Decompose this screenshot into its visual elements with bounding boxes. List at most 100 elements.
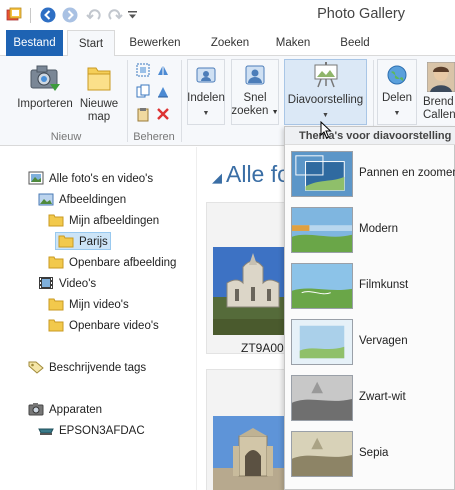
tab-zoeken[interactable]: Zoeken — [202, 30, 258, 56]
folder-icon — [48, 298, 64, 311]
collapse-arrow-icon[interactable]: ◢ — [212, 170, 222, 185]
share-button[interactable]: Delen ▼ — [377, 64, 417, 120]
person-icon — [245, 65, 265, 85]
window-title: Photo Gallery — [317, 6, 405, 22]
person-label-1: Brend — [423, 96, 454, 108]
group-label-manage: Beheren — [133, 131, 175, 143]
theme-film[interactable]: Filmkunst — [291, 263, 454, 313]
camera-import-icon — [30, 65, 60, 91]
nav-public-pictures[interactable]: Openbare afbeelding — [48, 254, 176, 272]
organize-icon — [196, 67, 216, 83]
folder-icon — [48, 319, 64, 332]
tab-beeld[interactable]: Beeld — [330, 30, 380, 56]
slideshow-themes-menu: Thema's voor diavoorstelling Pannen en z… — [284, 126, 455, 490]
avatar-icon — [427, 62, 455, 92]
paste-icon[interactable] — [135, 106, 151, 122]
scanner-icon — [38, 428, 54, 435]
tab-start[interactable]: Start — [67, 30, 115, 57]
nav-device-epson[interactable]: EPSON3AFDAC — [38, 422, 145, 440]
theme-pan-zoom[interactable]: Pannen en zoomen — [291, 151, 455, 201]
group-separator — [127, 60, 128, 142]
share-globe-icon — [387, 65, 407, 85]
share-dropdown-icon: ▼ — [393, 110, 401, 117]
nav-videos[interactable]: Video's — [38, 275, 96, 293]
menu-header: Thema's voor diavoorstelling — [285, 127, 455, 145]
new-folder-icon — [87, 67, 111, 91]
theme-label: Pannen en zoomen — [359, 167, 455, 179]
theme-label: Filmkunst — [359, 279, 409, 291]
film-icon — [39, 277, 53, 289]
photo-thumbnail-paris-building — [213, 416, 293, 490]
theme-label: Sepia — [359, 447, 389, 459]
nav-pictures[interactable]: Afbeeldingen — [38, 191, 126, 209]
folder-icon — [58, 235, 74, 248]
theme-label: Vervagen — [359, 335, 408, 347]
tab-maken[interactable]: Maken — [267, 30, 319, 56]
import-label: Importeren — [17, 98, 73, 110]
person-label-2: Callen — [423, 109, 455, 121]
nav-all-photos-videos[interactable]: Alle foto's en video's — [28, 170, 153, 188]
tab-bewerken[interactable]: Bewerken — [123, 30, 187, 56]
title-bar: Photo Gallery — [0, 0, 455, 30]
photo-card[interactable]: ZT9A008 — [206, 202, 294, 355]
nav-paris[interactable]: Parijs — [55, 232, 111, 250]
nav-label: Beschrijvende tags — [49, 362, 147, 374]
camera-icon — [28, 403, 44, 416]
nav-label: Openbare video's — [69, 320, 159, 332]
import-button[interactable]: Importeren — [14, 62, 76, 111]
copy-icon[interactable] — [135, 84, 151, 100]
group-label-new: Nieuw — [50, 131, 82, 143]
theme-sepia[interactable]: Sepia — [291, 431, 454, 481]
new-folder-label-2: map — [87, 111, 111, 123]
nav-label: Apparaten — [49, 404, 103, 416]
group-separator — [181, 60, 182, 142]
nav-public-videos[interactable]: Openbare video's — [48, 317, 159, 335]
slideshow-projector-icon — [314, 62, 337, 88]
nav-label: Mijn afbeeldingen — [69, 215, 160, 227]
nav-devices[interactable]: Apparaten — [28, 401, 102, 419]
theme-modern[interactable]: Modern — [291, 207, 454, 257]
new-folder-button[interactable]: Nieuwe map — [76, 62, 122, 124]
theme-sepia-thumbnail — [291, 431, 353, 477]
new-folder-label-1: Nieuwe — [79, 98, 119, 110]
theme-black-white[interactable]: Zwart-wit — [291, 375, 454, 425]
nav-descriptive-tags[interactable]: Beschrijvende tags — [28, 359, 146, 377]
pictures-library-icon — [38, 193, 54, 206]
photo-thumbnail-sacre-coeur — [213, 247, 293, 335]
theme-black-white-thumbnail — [291, 375, 353, 421]
slideshow-button[interactable]: Diavoorstelling ▼ — [284, 62, 367, 122]
organize-dropdown-icon: ▼ — [202, 110, 210, 117]
organize-label: Indelen — [187, 92, 225, 104]
theme-label: Zwart-wit — [359, 391, 406, 403]
select-all-icon[interactable] — [135, 62, 151, 78]
nav-my-pictures[interactable]: Mijn afbeeldingen — [48, 212, 159, 230]
theme-pan-zoom-thumbnail — [291, 151, 353, 197]
nav-label: Mijn video's — [69, 299, 129, 311]
share-label: Delen — [381, 92, 413, 104]
ribbon-tabs: Bestand Start Bewerken Zoeken Maken Beel… — [0, 30, 455, 57]
nav-my-videos[interactable]: Mijn video's — [48, 296, 129, 314]
rotate-left-icon[interactable] — [155, 62, 171, 78]
theme-fade[interactable]: Vervagen — [291, 319, 454, 369]
photo-card[interactable] — [206, 369, 294, 490]
quick-search-button[interactable]: Snel zoeken ▼ — [231, 64, 279, 119]
theme-label: Modern — [359, 223, 398, 235]
tab-bestand[interactable]: Bestand — [6, 30, 63, 56]
nav-label: EPSON3AFDAC — [59, 425, 145, 437]
nav-label: Parijs — [79, 236, 108, 248]
slideshow-label: Diavoorstelling — [287, 94, 364, 106]
pane-divider[interactable] — [196, 147, 197, 490]
tag-icon — [28, 361, 44, 374]
quick-search-label-2: zoeken — [231, 105, 269, 117]
person-brend-callen[interactable]: Brend Callen — [423, 62, 455, 122]
organize-button[interactable]: Indelen ▼ — [186, 64, 226, 120]
navigation-pane: Alle foto's en video's Afbeeldingen Mijn… — [0, 147, 196, 490]
rotate-right-icon[interactable] — [155, 84, 171, 100]
quick-search-dropdown-icon: ▼ — [271, 109, 279, 116]
nav-label: Afbeeldingen — [59, 194, 127, 206]
mouse-cursor-icon — [320, 121, 332, 139]
folder-icon — [48, 214, 64, 227]
delete-icon[interactable] — [155, 106, 171, 122]
theme-film-thumbnail — [291, 263, 353, 309]
folder-icon — [48, 256, 64, 269]
